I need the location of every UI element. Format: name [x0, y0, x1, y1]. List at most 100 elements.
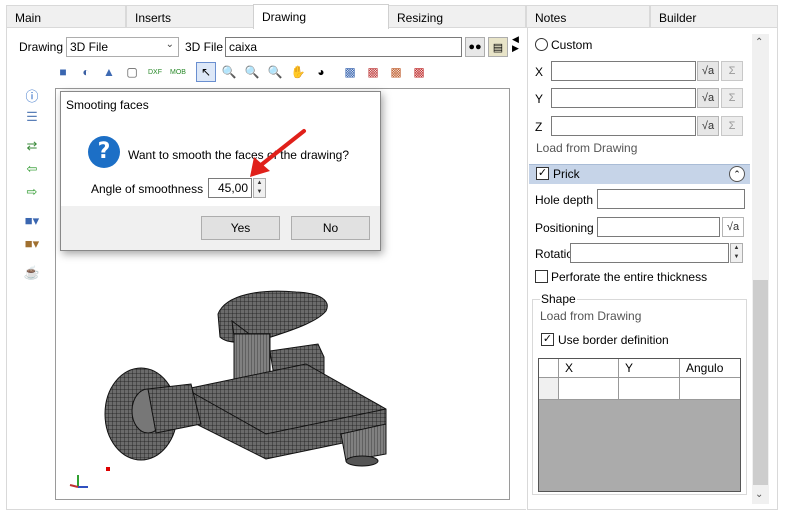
table-row-header [539, 359, 559, 377]
layers-icon[interactable]: ☰ [22, 108, 42, 126]
tab-drawing[interactable]: Drawing [253, 4, 389, 29]
sphere-icon[interactable]: ◐ [76, 62, 96, 82]
custom-label: Custom [551, 38, 593, 52]
open-folder-icon[interactable]: ▤ [488, 37, 508, 57]
formula-z-icon[interactable]: √a [697, 116, 719, 136]
rotation-up-icon[interactable]: ▲ [731, 244, 742, 253]
zoom-out-icon[interactable]: 🔍 [242, 62, 262, 82]
box-menu-icon[interactable]: ■▾ [22, 235, 42, 253]
file-input[interactable] [225, 37, 462, 57]
dialog-footer: Yes No [61, 206, 380, 250]
collapse-icon[interactable]: ⌃ [729, 166, 745, 182]
question-icon: ? [88, 136, 120, 168]
scrollbar-thumb[interactable] [753, 280, 768, 485]
hole-depth-label: Hole depth [535, 193, 594, 207]
x-label: X [535, 65, 544, 79]
dxf-import-icon[interactable]: DXF [145, 62, 165, 82]
cone-icon[interactable]: ▲ [99, 62, 119, 82]
tab-notes-label: Notes [535, 11, 567, 25]
cube-menu-icon[interactable]: ■▾ [22, 212, 42, 230]
tab-notes[interactable]: Notes [526, 5, 650, 27]
sigma-x-icon[interactable]: Σ [721, 61, 743, 81]
pan-hand-icon[interactable]: ✋ [288, 62, 308, 82]
file-label: 3D File [185, 40, 224, 54]
prick-label: Prick [553, 167, 580, 181]
use-border-label: Use border definition [558, 333, 669, 347]
perforate-checkbox[interactable] [535, 270, 548, 283]
drawing-type-select[interactable]: 3D File ⌄ [66, 37, 179, 57]
tab-builder[interactable]: Builder [650, 5, 778, 27]
drawing-type-value: 3D File [70, 40, 109, 54]
table-cell[interactable] [619, 378, 680, 399]
tab-inserts[interactable]: Inserts [126, 5, 254, 27]
table-row[interactable] [539, 378, 740, 400]
cube-small-icon[interactable]: ■ [53, 62, 73, 82]
view-iso-icon[interactable]: ▩ [409, 62, 429, 82]
formula-positioning-icon[interactable]: √a [722, 217, 744, 237]
info-icon[interactable]: ⓘ [22, 86, 42, 104]
formula-y-icon[interactable]: √a [697, 88, 719, 108]
tab-drawing-label: Drawing [262, 10, 307, 24]
prick-checkbox[interactable]: ✓ [536, 167, 549, 180]
perforate-label: Perforate the entire thickness [551, 270, 708, 284]
tab-resizing-label: Resizing [397, 11, 444, 25]
tab-main[interactable]: Main [6, 5, 126, 27]
table-header-y: Y [619, 359, 680, 377]
binoculars-icon[interactable]: ●● [465, 37, 485, 57]
dialog-title: Smooting faces [66, 98, 149, 112]
teapot-icon[interactable]: ☕ [22, 264, 42, 282]
table-header-angulo: Angulo [686, 361, 724, 375]
smoothing-dialog: Smooting faces ? Want to smooth the face… [60, 91, 381, 251]
wire-cube-icon[interactable]: ▢ [122, 62, 142, 82]
pin-arrow-icon[interactable]: ◀ ▶ [512, 35, 519, 53]
tab-resizing[interactable]: Resizing [388, 5, 526, 27]
no-button[interactable]: No [291, 216, 370, 240]
arrow-right-icon[interactable]: ⇨ [22, 183, 42, 201]
transfer-icon[interactable]: ⇄ [22, 137, 42, 155]
hole-depth-input[interactable] [597, 189, 745, 209]
scroll-up-icon[interactable]: ⌃ [755, 37, 763, 48]
table-cell[interactable] [680, 378, 740, 399]
z-label: Z [535, 120, 543, 134]
use-border-checkbox[interactable]: ✓ [541, 333, 554, 346]
shape-load-label: Load from Drawing [540, 309, 642, 323]
x-input[interactable] [551, 61, 696, 81]
y-input[interactable] [551, 88, 696, 108]
rotation-stepper[interactable]: ▲ ▼ [730, 243, 743, 263]
scroll-down-icon[interactable]: ⌄ [755, 489, 763, 500]
yes-button[interactable]: Yes [201, 216, 280, 240]
stepper-down-icon[interactable]: ▼ [254, 188, 265, 197]
formula-x-icon[interactable]: √a [697, 61, 719, 81]
chevron-down-icon: ⌄ [165, 39, 174, 50]
z-input[interactable] [551, 116, 696, 136]
zoom-fit-icon[interactable]: 🔍 [265, 62, 285, 82]
drawing-label: Drawing [19, 40, 64, 54]
rotation-down-icon[interactable]: ▼ [731, 253, 742, 262]
arrow-left-icon[interactable]: ⇦ [22, 160, 42, 178]
annotation-arrow-icon [250, 129, 306, 177]
positioning-label: Positioning [535, 221, 594, 235]
rotation-input[interactable] [570, 243, 729, 263]
table-header: X Y Angulo [539, 359, 740, 378]
shape-label: Shape [540, 292, 577, 306]
y-label: Y [535, 92, 544, 106]
sigma-y-icon[interactable]: Σ [721, 88, 743, 108]
table-cell[interactable] [559, 378, 619, 399]
tab-builder-label: Builder [659, 11, 697, 25]
tab-inserts-label: Inserts [135, 11, 172, 25]
zoom-in-icon[interactable]: 🔍 [219, 62, 239, 82]
angle-label: Angle of smoothness [91, 182, 204, 196]
rotate-view-icon[interactable]: ◕ [311, 62, 331, 82]
view-side-icon[interactable]: ▩ [386, 62, 406, 82]
row-selector[interactable] [539, 378, 559, 399]
tab-main-label: Main [15, 11, 42, 25]
shape-points-table[interactable]: X Y Angulo [538, 358, 741, 492]
custom-radio[interactable] [535, 38, 548, 51]
positioning-input[interactable] [597, 217, 720, 237]
view-front-icon[interactable]: ▩ [340, 62, 360, 82]
pointer-icon[interactable]: ↖ [196, 62, 216, 82]
view-top-icon[interactable]: ▩ [363, 62, 383, 82]
mob-import-icon[interactable]: MOB [168, 62, 188, 82]
load-from-drawing-label: Load from Drawing [536, 141, 638, 155]
sigma-z-icon[interactable]: Σ [721, 116, 743, 136]
